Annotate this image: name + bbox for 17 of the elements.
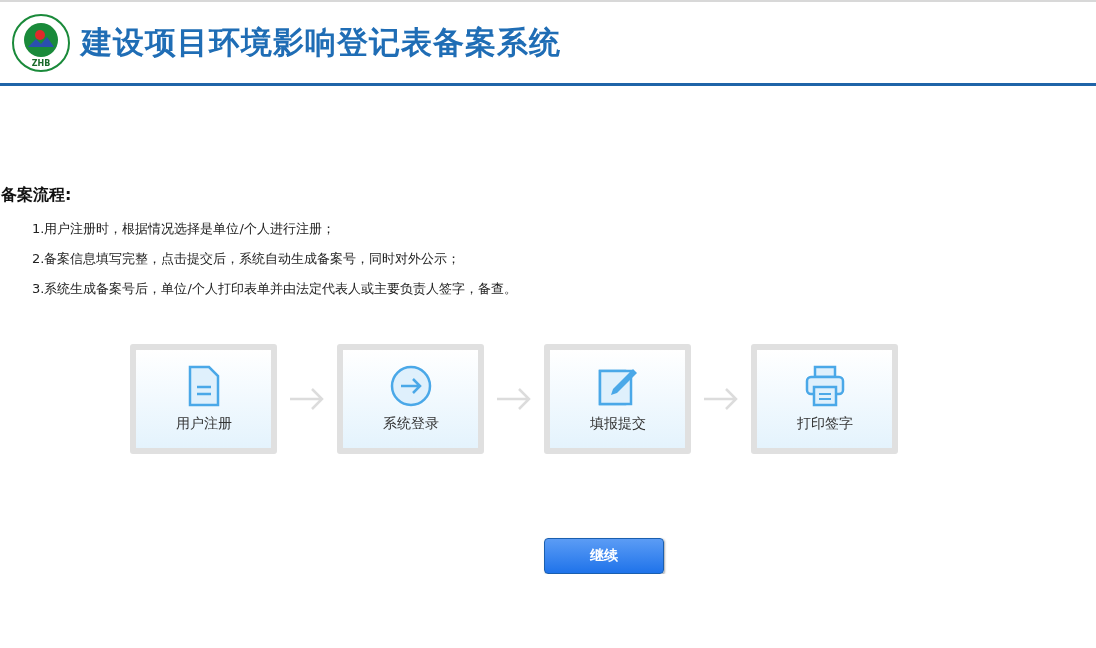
process-step-text: 1.用户注册时，根据情况选择是单位/个人进行注册； [32, 220, 336, 238]
section-heading: 备案流程: [1, 185, 73, 206]
step-label: 打印签字 [796, 415, 853, 433]
continue-button[interactable]: 继续 [544, 538, 664, 574]
arrow-circle-icon [389, 365, 432, 407]
process-step-text: 3.系统生成备案号后，单位/个人打印表单并由法定代表人或主要负责人签字，备查。 [32, 280, 518, 298]
system-title: 建设项目环境影响登记表备案系统 [81, 22, 561, 62]
emblem-logo: ZHB [11, 12, 71, 73]
step-label: 填报提交 [589, 415, 646, 433]
printer-icon [803, 365, 846, 407]
document-icon [186, 365, 221, 407]
arrow-icon [496, 387, 532, 411]
step-label: 用户注册 [175, 415, 232, 433]
arrow-icon [289, 387, 325, 411]
step-label: 系统登录 [382, 415, 439, 433]
arrow-icon [703, 387, 739, 411]
process-step-text: 2.备案信息填写完整，点击提交后，系统自动生成备案号，同时对外公示； [32, 250, 462, 268]
